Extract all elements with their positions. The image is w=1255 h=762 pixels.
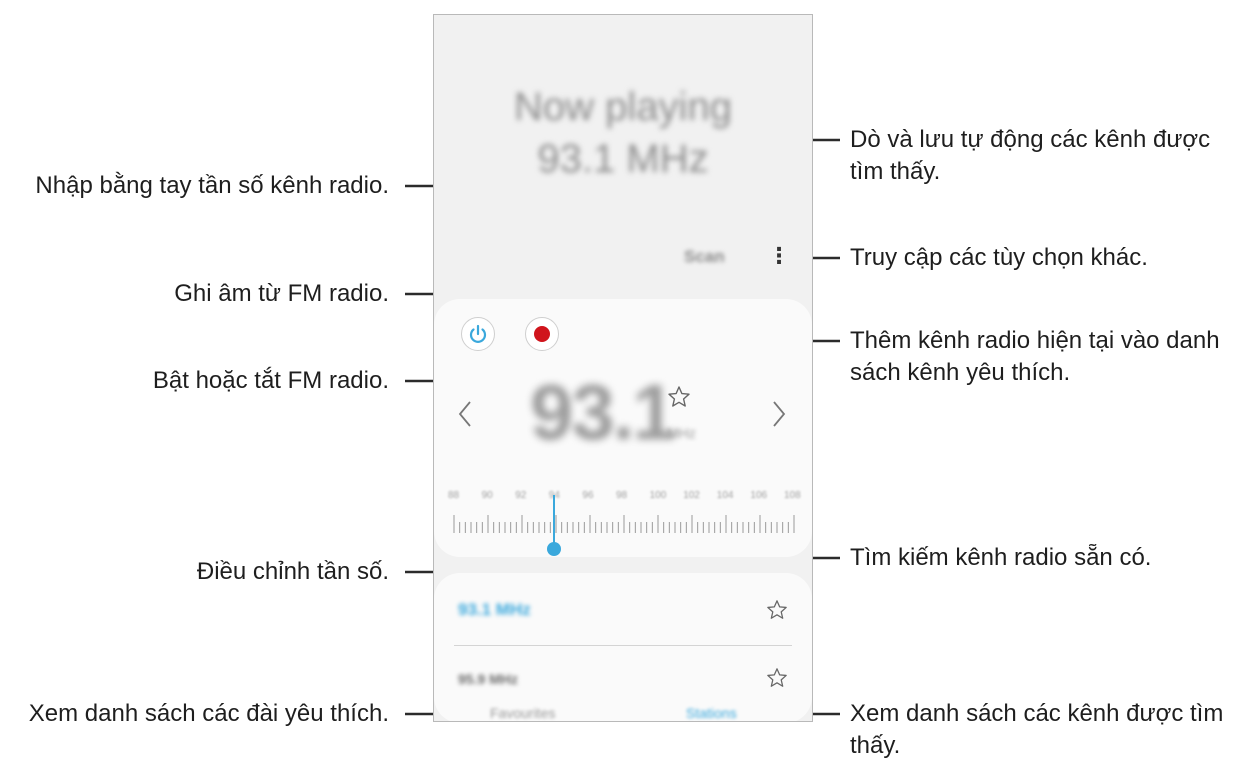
record-button[interactable] [525, 317, 559, 351]
dial-label: 108 [784, 490, 801, 501]
now-playing-label: Now playing [514, 85, 732, 129]
callout-more-options: Truy cập các tùy chọn khác. [850, 244, 1148, 271]
favorite-star-icon[interactable] [667, 385, 691, 409]
tab-favourites[interactable]: Favourites [490, 705, 555, 721]
station-star-icon[interactable] [766, 599, 788, 621]
callout-adjust-frequency: Điều chỉnh tần số. [196, 558, 389, 585]
callout-scan-line2: tìm thấy. [850, 158, 941, 185]
phone-screen: Now playing 93.1 MHz Scan ⋮ 93.1 MHz 88 9… [433, 14, 813, 722]
current-frequency[interactable]: 93.1 [530, 367, 676, 458]
dial-label: 98 [616, 490, 628, 501]
callout-manual-frequency: Nhập bằng tay tần số kênh radio. [35, 172, 389, 199]
callout-stations-list: Xem danh sách các kênh được tìm thấy. [850, 698, 1223, 762]
callout-favorites-list: Xem danh sách các đài yêu thích. [28, 700, 389, 727]
list-divider [454, 645, 792, 646]
dial-label: 88 [448, 490, 460, 501]
dial-label: 96 [582, 490, 594, 501]
chevron-right-icon[interactable] [770, 399, 788, 429]
power-button[interactable] [461, 317, 495, 351]
chevron-left-icon[interactable] [456, 399, 474, 429]
more-options-icon[interactable]: ⋮ [768, 243, 790, 269]
now-playing-frequency: 93.1 MHz [537, 137, 709, 181]
callout-stations-list-line2: thấy. [850, 732, 901, 759]
callout-power: Bật hoặc tắt FM radio. [152, 367, 389, 394]
station-star-icon[interactable] [766, 667, 788, 689]
callout-add-favorite: Thêm kênh radio hiện tại vào danh sách k… [850, 325, 1220, 389]
record-icon [534, 326, 550, 342]
callout-scan-line1: Dò và lưu tự động các kênh được [850, 126, 1211, 153]
dial-label: 90 [481, 490, 493, 501]
dial-label: 102 [683, 490, 700, 501]
frequency-unit: MHz [667, 425, 696, 441]
tab-stations[interactable]: Stations [686, 705, 737, 721]
station-item-frequency[interactable]: 95.9 MHz [458, 671, 518, 687]
dial-label: 106 [750, 490, 768, 501]
dial-label: 100 [649, 490, 667, 501]
callout-scan: Dò và lưu tự động các kênh được tìm thấy… [850, 124, 1210, 188]
scan-button[interactable]: Scan [684, 247, 725, 267]
station-item-frequency[interactable]: 93.1 MHz [458, 600, 531, 620]
frequency-ruler[interactable] [452, 511, 796, 537]
station-list [434, 573, 812, 721]
callout-search-stations: Tìm kiếm kênh radio sẵn có. [850, 544, 1152, 571]
callout-add-favorite-line1: Thêm kênh radio hiện tại vào danh [850, 327, 1220, 354]
frequency-needle [553, 495, 555, 549]
callout-record: Ghi âm từ FM radio. [174, 280, 389, 307]
callout-add-favorite-line2: sách kênh yêu thích. [850, 359, 1071, 386]
dial-label: 92 [515, 490, 527, 501]
frequency-slider-handle[interactable] [547, 542, 561, 556]
callout-stations-list-line1: Xem danh sách các kênh được tìm [850, 700, 1224, 727]
power-icon [469, 324, 487, 343]
dial-label: 104 [716, 490, 734, 501]
